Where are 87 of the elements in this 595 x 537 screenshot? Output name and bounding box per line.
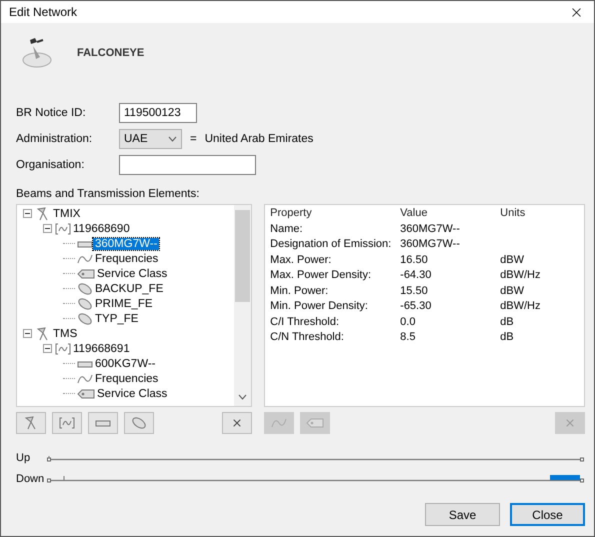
scrollbar[interactable] [234,205,252,406]
section-label: Beams and Transmission Elements: [16,188,200,200]
dish-icon [77,312,93,326]
bracket-wave-icon [55,342,71,354]
table-cell-text: 8.5 [400,331,416,345]
table-cell-text: Max. Power: [270,254,332,268]
tree-item[interactable]: 360MG7W-- [93,238,160,250]
bracket-wave-icon [55,222,71,234]
notice-id-field[interactable]: 119500123 [119,103,197,123]
table-cell-text: dB [500,316,515,330]
tree-item[interactable]: Service Class [95,388,170,400]
field-label: Administration: [16,133,94,145]
table-cell-text: 0.0 [400,316,416,330]
minus-icon [44,225,51,232]
table-cell-text: C/N Threshold: [270,331,345,345]
tree-item[interactable]: TMIX [51,208,82,220]
window-title: Edit Network [9,5,78,19]
table-cell-text: 360MG7W-- [400,222,461,236]
tree-item[interactable]: Frequencies [93,372,160,384]
tree-item[interactable]: 119668690 [71,222,132,234]
table-cell-text: Name: [270,222,304,236]
scroll-down-icon[interactable] [238,394,248,400]
expander-button[interactable] [43,344,52,353]
table-cell-text: Min. Power: [270,284,330,298]
add-button[interactable] [52,412,82,434]
save-button[interactable]: Save [425,503,500,526]
dish-icon [77,296,93,310]
equals-sign: = [190,133,197,145]
tree-item[interactable]: PRIME_FE [93,298,155,310]
minus-icon [24,330,31,337]
table-cell-text: Designation of Emission: [270,238,392,252]
table-cell-text: dB [500,331,515,345]
table-cell-text: dBW/Hz [500,269,542,283]
table-cell-text: 16.50 [400,254,429,268]
tree-item[interactable]: Frequencies [93,252,160,264]
column-header: Units [500,207,526,221]
tree-item[interactable]: 600KG7W-- [93,358,158,370]
tag-icon [77,268,95,278]
tag-icon [306,418,324,428]
minus-icon [44,345,51,352]
add-button[interactable] [124,412,154,434]
bar-icon [77,238,93,248]
bar-icon [95,418,111,428]
link-label: Up [16,452,32,464]
organisation-field[interactable] [119,155,256,175]
tree-item[interactable]: Service Class [95,268,170,280]
table-cell-text: dBW/Hz [500,300,542,314]
wave-icon [271,417,288,429]
wave-icon [77,252,93,264]
close-button[interactable]: Close [510,503,585,526]
expander-button[interactable] [43,224,52,233]
expander-button[interactable] [23,329,32,338]
add-button[interactable] [16,412,46,434]
chevron-icon [168,136,177,142]
dish-icon [77,282,93,296]
table-cell-text: Min. Power Density: [270,300,369,314]
network-name: FALCONEYE [77,47,144,59]
tree-item[interactable]: TMS [51,328,80,340]
table-cell-text: 15.50 [400,284,429,298]
tree-item[interactable]: TYP_FE [93,312,140,324]
table-cell-text: C/I Threshold: [270,316,340,330]
expander-button[interactable] [23,209,32,218]
wave-icon [77,372,93,384]
tree-item[interactable]: BACKUP_FE [93,282,166,294]
dish-icon [131,416,147,430]
column-header: Value [400,207,428,221]
administration-dropdown[interactable]: UAE [119,129,182,149]
bar-icon [77,358,93,368]
delete-button[interactable] [222,412,252,434]
bracket-wave-icon [59,417,75,429]
tag-icon [77,388,95,398]
table-cell-text: dBW [500,254,525,268]
close-icon [564,417,576,429]
table-cell-text: Max. Power Density: [270,269,372,283]
field-label: Organisation: [16,159,86,171]
close-icon [231,417,244,429]
minus-icon [24,210,31,217]
table-cell-text: -65.30 [400,300,432,314]
link-label: Down [16,472,46,484]
country-name: United Arab Emirates [204,133,314,145]
add-button[interactable] [88,412,118,434]
column-header: Property [270,207,313,221]
tree-item[interactable]: 119668691 [71,342,132,354]
field-label: BR Notice ID: [16,107,87,119]
table-cell-text: -64.30 [400,269,432,283]
table-cell-text: dBW [500,284,525,298]
table-cell-text: 360MG7W-- [400,238,461,252]
